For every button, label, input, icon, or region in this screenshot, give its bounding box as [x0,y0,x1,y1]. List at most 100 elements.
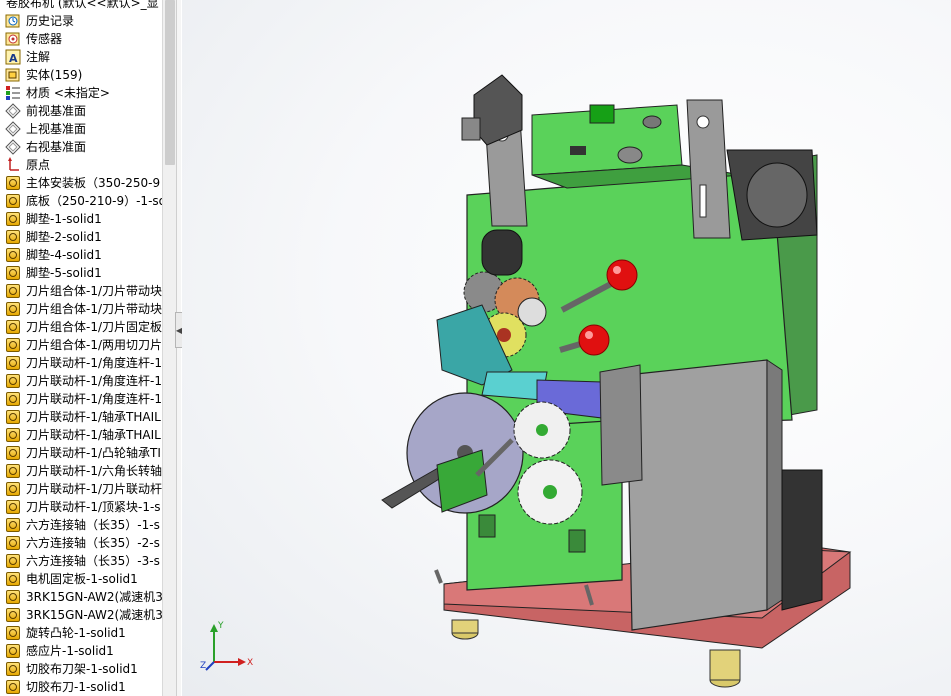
tree-item[interactable]: A 注解 [0,48,162,66]
tree-item[interactable]: 刀片联动杆-1/顶紧块-1-s [0,498,162,516]
plane-icon [5,121,21,137]
feature-tree[interactable]: 卷胶布机 (默认<<默认>_显 历史记录传感器 A 注解 实体(159) 材质 <未指定… [0,0,162,696]
tree-item[interactable]: 刀片联动杆-1/凸轮轴承TI [0,444,162,462]
triad-z-label: Z [200,661,206,671]
tree-item[interactable]: 脚垫-1-solid1 [0,210,162,228]
tree-item[interactable]: 脚垫-5-solid1 [0,264,162,282]
tree-item[interactable]: 实体(159) [0,66,162,84]
part-icon [5,301,21,317]
tree-item[interactable]: 切胶布刀-1-solid1 [0,678,162,696]
tree-item[interactable]: 主体安装板（350-250-9 [0,174,162,192]
part-icon [5,175,21,191]
upright-slot [699,184,707,218]
tree-item[interactable]: 脚垫-2-solid1 [0,228,162,246]
tree-item[interactable]: 历史记录 [0,12,162,30]
red-knob[interactable] [578,324,610,356]
tree-item-label: 刀片联动杆-1/角度连杆-1 [26,374,162,388]
indicator-knob [642,115,662,129]
part-icon [5,535,21,551]
tree-item[interactable]: 六方连接轴（长35）-3-s [0,552,162,570]
tree-item-label: 感应片-1-solid1 [26,644,114,658]
tree-item-label: 旋转凸轮-1-solid1 [26,626,126,640]
tree-item[interactable]: 感应片-1-solid1 [0,642,162,660]
tree-item-label: 底板（250-210-9）-1-so [26,194,162,208]
part-icon [5,211,21,227]
tree-item[interactable]: 旋转凸轮-1-solid1 [0,624,162,642]
knob-highlight [613,266,621,274]
tree-item[interactable]: 刀片联动杆-1/角度连杆-1 [0,390,162,408]
tree-item-label: 历史记录 [26,14,75,28]
roller-shaft [461,117,481,141]
tree-item-label: 六方连接轴（长35）-1-s [26,518,160,532]
tree-item-label: 刀片联动杆-1/刀片联动杆 [26,482,162,496]
foot-pad [709,649,741,681]
part-icon [5,643,21,659]
tree-item[interactable]: 六方连接轴（长35）-1-s [0,516,162,534]
tree-item[interactable]: 刀片联动杆-1/六角长转轴 [0,462,162,480]
tree-item[interactable]: 刀片组合体-1/刀片固定板 [0,318,162,336]
history-icon [5,13,21,29]
scrollbar-thumb[interactable] [165,0,175,165]
tree-item-label: 刀片联动杆-1/轴承THAIL [26,410,161,424]
tree-item-label: 六方连接轴（长35）-2-s [26,536,160,550]
tree-item[interactable]: 刀片组合体-1/两用切刀片 [0,336,162,354]
red-knob[interactable] [606,259,638,291]
part-icon [5,625,21,641]
tree-item[interactable]: 刀片联动杆-1/轴承THAIL [0,426,162,444]
tree-item-label: 3RK15GN-AW2(减速机3 [26,590,162,604]
tree-item[interactable]: 上视基准面 [0,120,162,138]
part-icon [5,319,21,335]
cad-model-view[interactable] [182,0,951,696]
tree-item[interactable]: 3RK15GN-AW2(减速机3 [0,606,162,624]
part-icon [5,283,21,299]
tree-item[interactable]: 六方连接轴（长35）-2-s [0,534,162,552]
tree-item-label: 刀片联动杆-1/角度连杆-1 [26,356,162,370]
tree-item[interactable]: 切胶布刀架-1-solid1 [0,660,162,678]
tree-item[interactable]: 前视基准面 [0,102,162,120]
tree-item[interactable]: 刀片联动杆-1/角度连杆-1 [0,354,162,372]
part-icon [5,499,21,515]
gear-hub [536,424,548,436]
tree-item[interactable]: 电机固定板-1-solid1 [0,570,162,588]
gray-bracket [599,364,643,486]
part-icon [5,355,21,371]
tree-item-label: 主体安装板（350-250-9 [26,176,161,190]
tree-item[interactable]: 原点 [0,156,162,174]
part-icon [5,229,21,245]
heat-sink [781,469,823,611]
tree-item-label: 原点 [26,158,51,172]
tree-item[interactable]: 传感器 [0,30,162,48]
tree-item-label: 刀片联动杆-1/顶紧块-1-s [26,500,161,514]
part-icon [5,571,21,587]
svg-text:A: A [9,52,18,65]
tree-item[interactable]: 右视基准面 [0,138,162,156]
tree-item[interactable]: 底板（250-210-9）-1-so [0,192,162,210]
tree-item-label: 刀片联动杆-1/角度连杆-1 [26,392,162,406]
part-icon [5,661,21,677]
tree-scrollbar[interactable] [162,0,176,696]
motor-housing-side [766,359,783,611]
tree-item[interactable]: 刀片联动杆-1/轴承THAIL [0,408,162,426]
green-switch [589,104,615,124]
triad-y-label: Y [217,621,224,631]
tree-item[interactable]: 刀片联动杆-1/刀片联动杆 [0,480,162,498]
tree-item-label: 3RK15GN-AW2(减速机3 [26,608,162,622]
tree-item-label: 切胶布刀-1-solid1 [26,680,126,694]
tree-item-label: 脚垫-1-solid1 [26,212,102,226]
triad-z-axis [205,661,215,671]
tree-item[interactable]: 刀片联动杆-1/角度连杆-1 [0,372,162,390]
tree-item-label: 刀片组合体-1/刀片固定板 [26,320,162,334]
tree-item[interactable]: 材质 <未指定> [0,84,162,102]
tree-item[interactable]: 3RK15GN-AW2(减速机3 [0,588,162,606]
graphics-viewport[interactable]: Y X Z [182,0,951,696]
part-icon [5,679,21,695]
tree-item-label: 切胶布刀架-1-solid1 [26,662,138,676]
tree-item[interactable]: 刀片组合体-1/刀片带动块 [0,282,162,300]
tree-root-label[interactable]: 卷胶布机 (默认<<默认>_显 [0,0,162,10]
panel-splitter[interactable] [176,0,181,696]
tree-item[interactable]: 刀片组合体-1/刀片带动块 [0,300,162,318]
part-icon [5,391,21,407]
tree-item-label: 刀片联动杆-1/轴承THAIL [26,428,161,442]
standoff [478,514,496,538]
tree-item[interactable]: 脚垫-4-solid1 [0,246,162,264]
